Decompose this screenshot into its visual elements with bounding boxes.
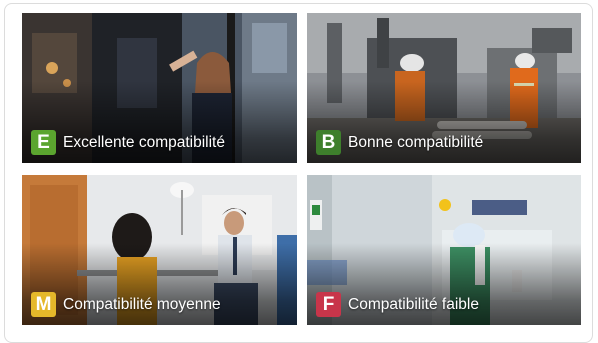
card-caption: Bonne compatibilité [348, 133, 484, 151]
card-caption: Compatibilité faible [348, 295, 479, 313]
card-label: M Compatibilité moyenne [31, 292, 221, 317]
card-label: B Bonne compatibilité [316, 130, 483, 155]
badge-m: M [31, 292, 56, 317]
card-caption: Compatibilité moyenne [63, 295, 221, 313]
badge-e: E [31, 130, 56, 155]
badge-f: F [316, 292, 341, 317]
card-label: F Compatibilité faible [316, 292, 479, 317]
card-caption: Excellente compatibilité [63, 133, 225, 151]
card-low-compatibility[interactable]: F Compatibilité faible [307, 175, 581, 325]
badge-b: B [316, 130, 341, 155]
card-excellent-compatibility[interactable]: E Excellente compatibilité [22, 13, 297, 163]
card-medium-compatibility[interactable]: M Compatibilité moyenne [22, 175, 297, 325]
card-label: E Excellente compatibilité [31, 130, 225, 155]
card-good-compatibility[interactable]: B Bonne compatibilité [307, 13, 581, 163]
